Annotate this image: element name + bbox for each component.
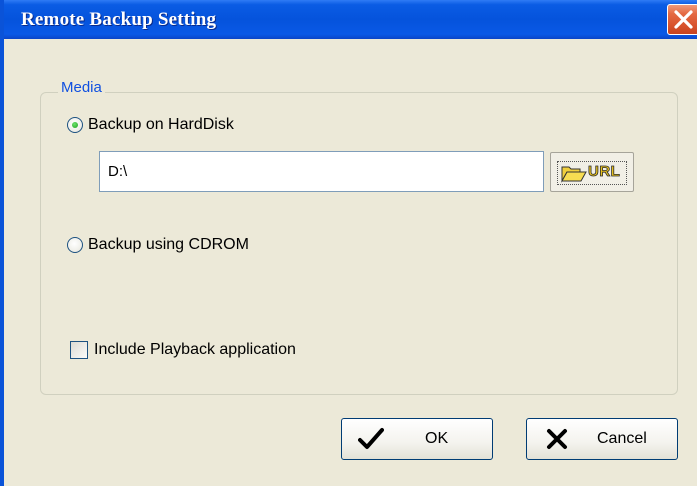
close-icon bbox=[674, 10, 693, 29]
title-bar[interactable]: Remote Backup Setting bbox=[4, 0, 697, 39]
ok-label: OK bbox=[425, 430, 449, 447]
include-playback-checkbox[interactable] bbox=[70, 341, 88, 359]
backup-path-input[interactable] bbox=[99, 151, 544, 192]
folder-url-icon bbox=[561, 166, 587, 183]
include-playback-label[interactable]: Include Playback application bbox=[94, 341, 296, 359]
ok-button[interactable]: OK bbox=[341, 418, 493, 460]
browse-url-button[interactable]: URL bbox=[550, 152, 634, 192]
backup-cdrom-label[interactable]: Backup using CDROM bbox=[88, 236, 249, 254]
media-group-label: Media bbox=[58, 79, 105, 96]
window-title: Remote Backup Setting bbox=[21, 9, 217, 30]
backup-harddisk-label[interactable]: Backup on HardDisk bbox=[88, 116, 234, 134]
url-text: URL bbox=[588, 163, 621, 181]
remote-backup-dialog: Remote Backup Setting Media Backup on Ha… bbox=[0, 0, 697, 486]
radio-selected-dot bbox=[72, 122, 78, 128]
check-icon bbox=[358, 428, 384, 449]
cancel-label: Cancel bbox=[597, 430, 647, 447]
close-button[interactable] bbox=[667, 4, 697, 35]
cancel-button[interactable]: Cancel bbox=[526, 418, 678, 460]
backup-harddisk-radio[interactable] bbox=[67, 117, 83, 133]
backup-cdrom-radio[interactable] bbox=[67, 237, 83, 253]
x-icon bbox=[547, 429, 567, 449]
